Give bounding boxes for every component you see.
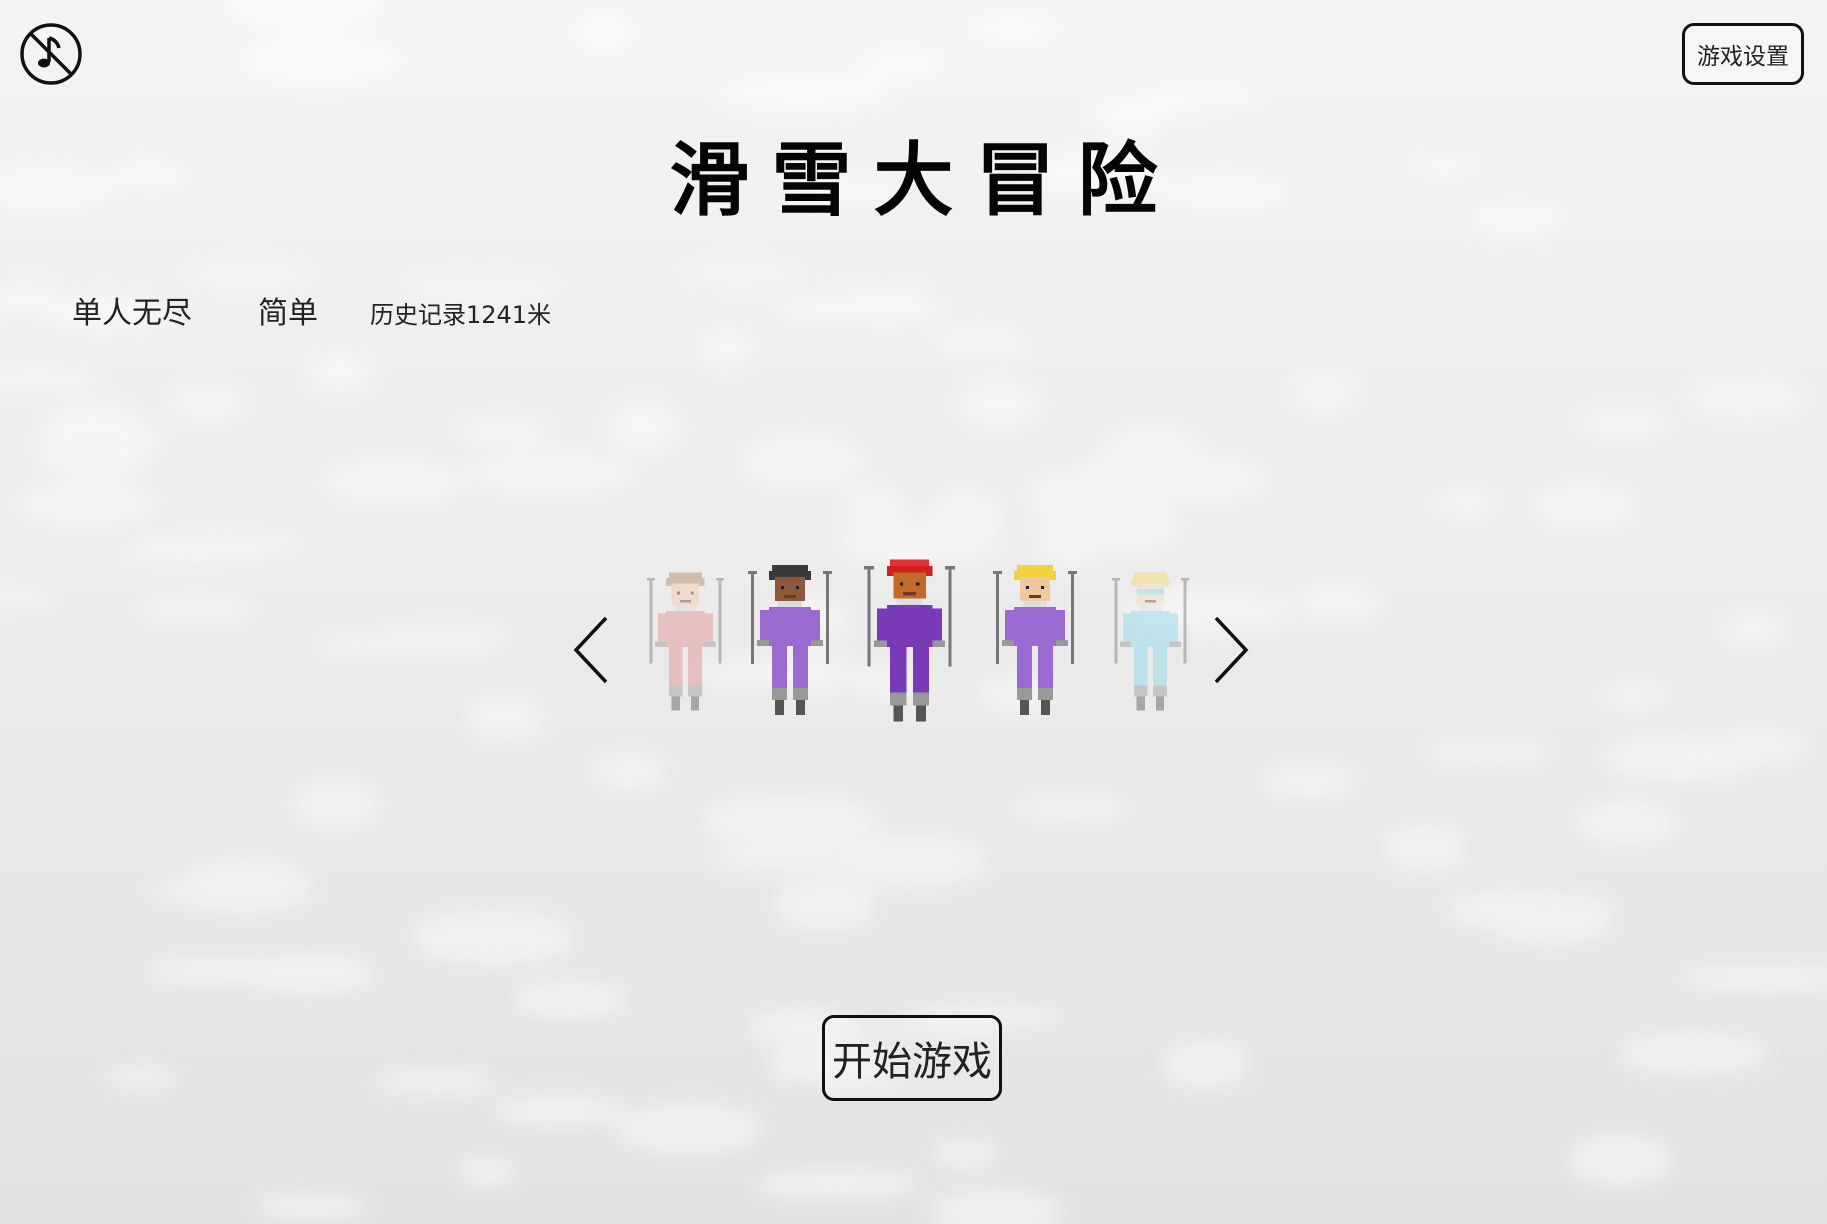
- game-title: 滑雪大冒险: [669, 134, 1180, 227]
- start-game-button[interactable]: 开始游戏: [822, 1015, 1002, 1101]
- chevron-right-icon[interactable]: [1206, 610, 1256, 690]
- record-text: 历史记录1241米: [370, 301, 552, 329]
- mode-option[interactable]: 单人无尽: [72, 288, 192, 332]
- difficulty-option[interactable]: 简单: [258, 288, 318, 332]
- chevron-left-icon[interactable]: [566, 610, 616, 690]
- character-skier-brown-hair[interactable]: [644, 564, 727, 734]
- options-row: 单人无尽 简单 历史记录1241米: [72, 288, 551, 332]
- character-skier-blonde[interactable]: [990, 556, 1080, 740]
- character-skier-goggles[interactable]: [1109, 564, 1192, 734]
- settings-button[interactable]: 游戏设置: [1682, 23, 1804, 85]
- character-skier-dark-hair[interactable]: [745, 556, 835, 740]
- character-carousel: [560, 550, 1260, 750]
- character-skier-red-bandana[interactable]: [861, 550, 958, 748]
- music-off-icon[interactable]: [19, 22, 83, 86]
